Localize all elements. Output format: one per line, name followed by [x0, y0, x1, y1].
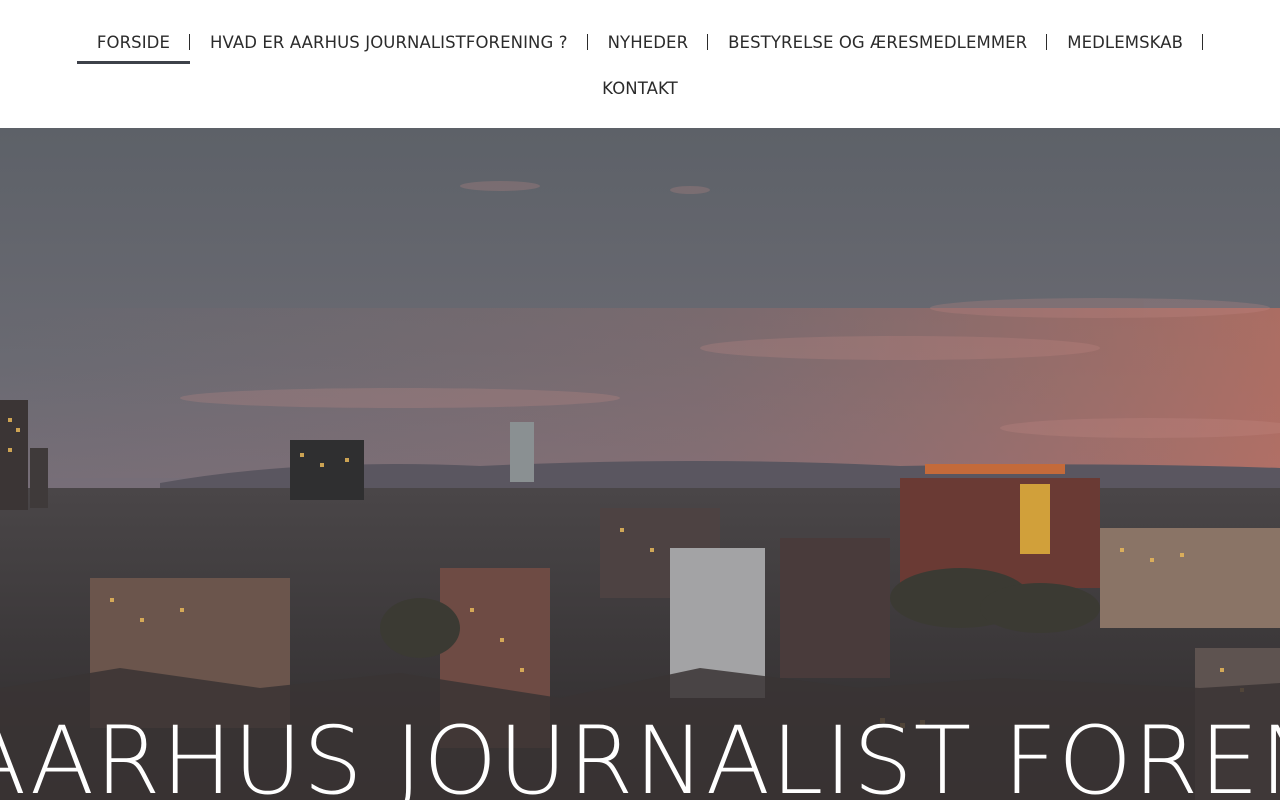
main-nav-row-2: KONTAKT — [0, 66, 1280, 110]
nav-item-kontakt[interactable]: KONTAKT — [582, 66, 698, 110]
nav-item-label: KONTAKT — [602, 78, 678, 98]
hero-banner: AARHUS JOURNALIST FORENING — [0, 128, 1280, 800]
nav-item-forside[interactable]: FORSIDE — [76, 20, 191, 64]
nav-item-label: MEDLEMSKAB — [1067, 32, 1184, 52]
site-header: FORSIDE HVAD ER AARHUS JOURNALISTFORENIN… — [0, 0, 1280, 128]
nav-item-label: FORSIDE — [96, 32, 171, 52]
nav-item-medlemskab[interactable]: MEDLEMSKAB — [1047, 20, 1203, 64]
nav-item-nyheder[interactable]: NYHEDER — [588, 20, 709, 64]
hero-skyline-image — [0, 128, 1280, 800]
nav-item-hvad-er[interactable]: HVAD ER AARHUS JOURNALISTFORENING ? — [190, 20, 588, 64]
nav-item-label: NYHEDER — [607, 32, 689, 52]
main-nav-row-1: FORSIDE HVAD ER AARHUS JOURNALISTFORENIN… — [0, 20, 1280, 64]
nav-item-label: HVAD ER AARHUS JOURNALISTFORENING ? — [210, 32, 568, 52]
hero-title: AARHUS JOURNALIST FORENING — [0, 712, 1280, 800]
nav-item-bestyrelse[interactable]: BESTYRELSE OG ÆRESMEDLEMMER — [708, 20, 1048, 64]
nav-item-label: BESTYRELSE OG ÆRESMEDLEMMER — [728, 32, 1028, 52]
